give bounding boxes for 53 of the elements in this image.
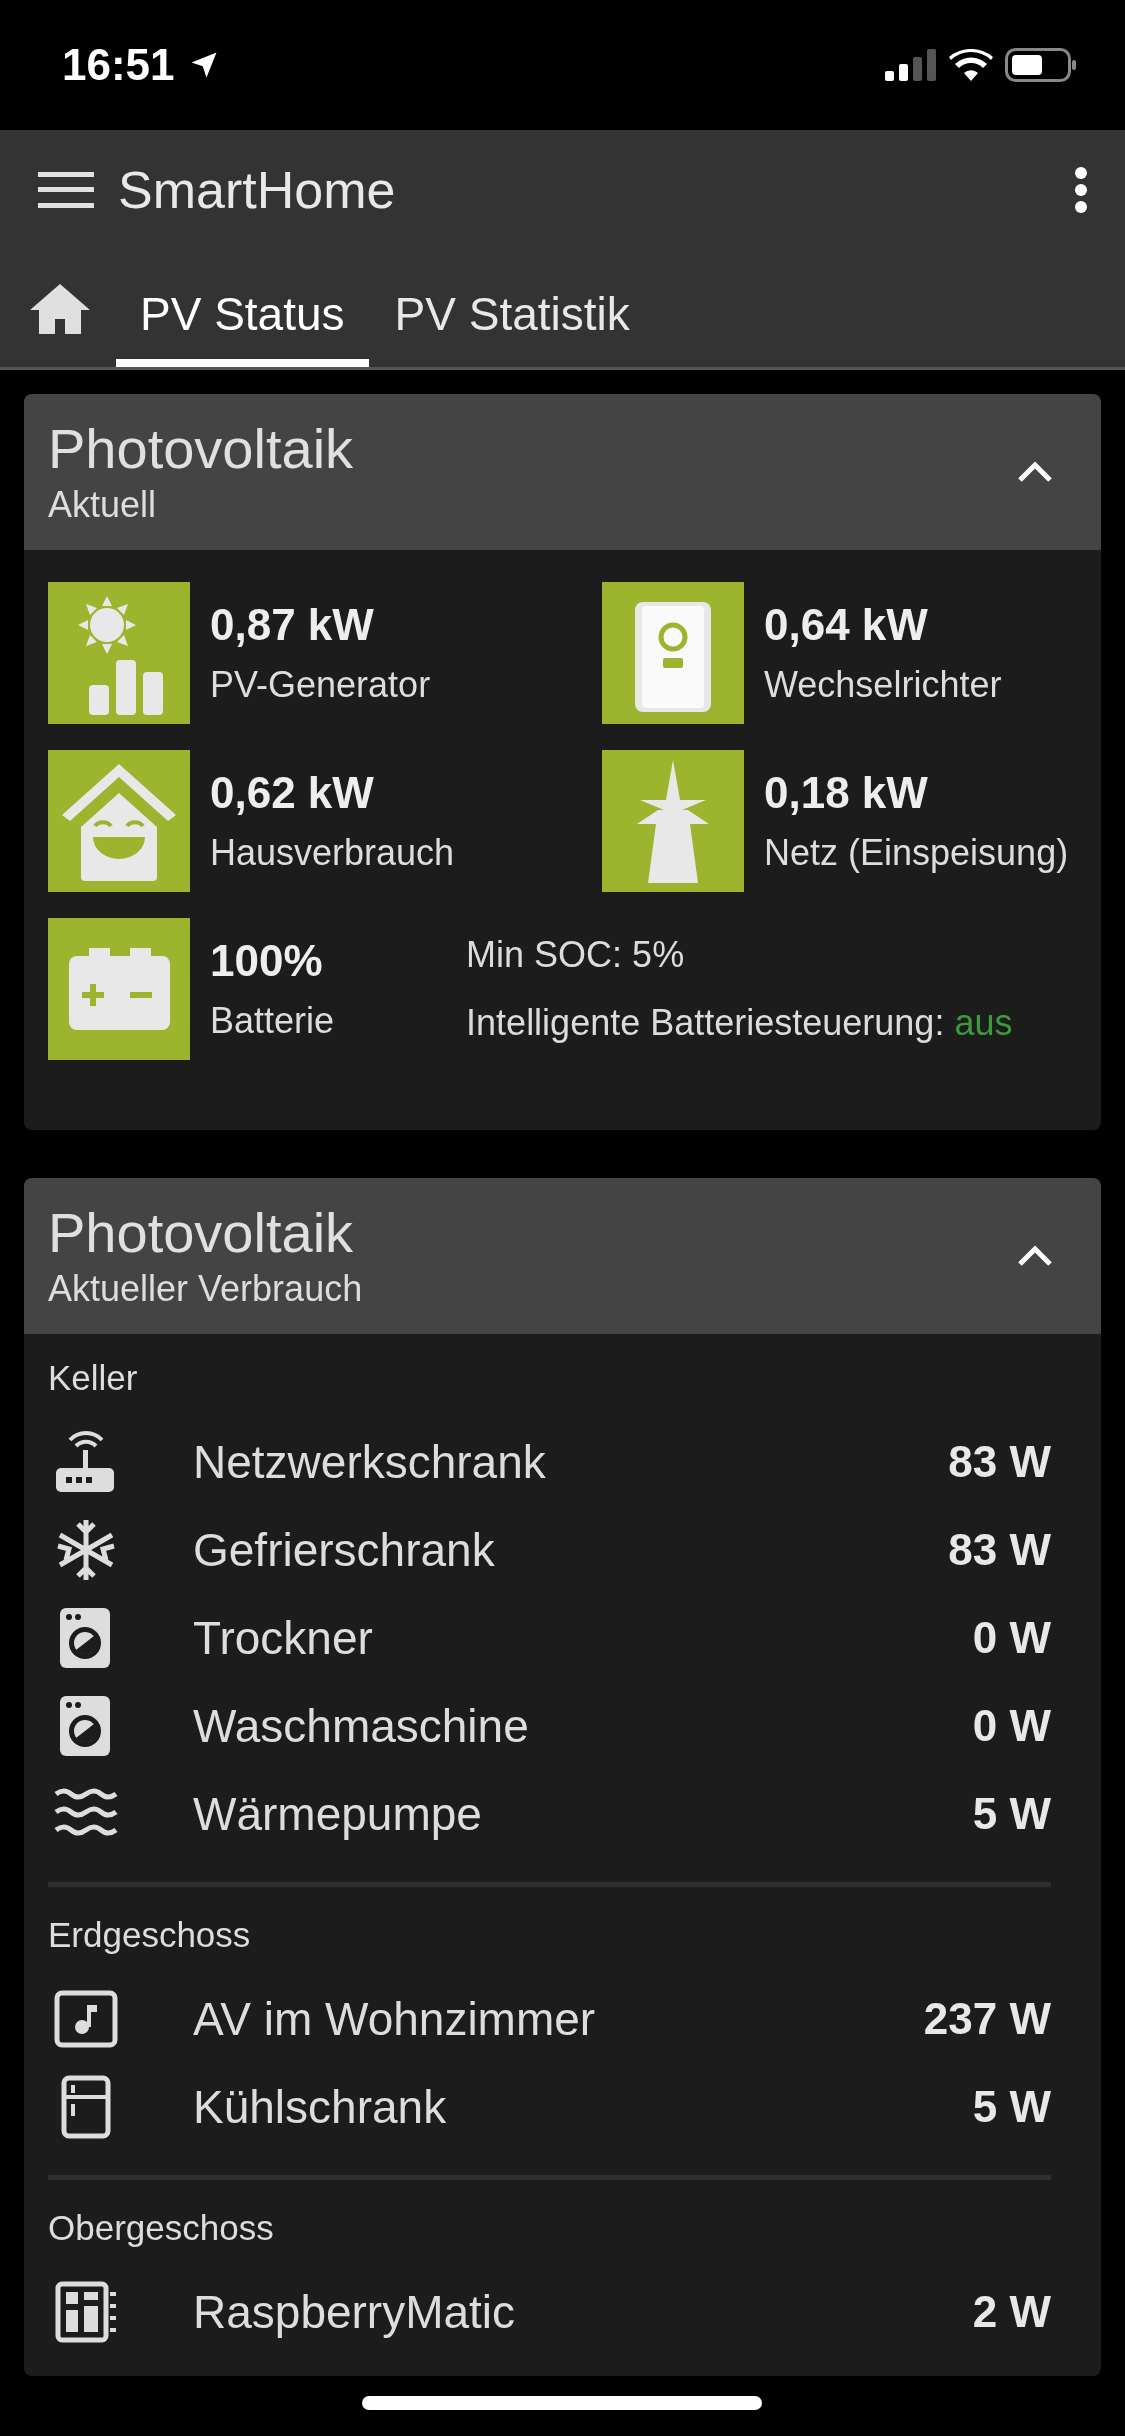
power-value: 2 W <box>972 2287 1051 2337</box>
power-value: 83 W <box>948 1525 1051 1575</box>
card-subtitle: Aktueller Verbrauch <box>48 1267 364 1310</box>
tile-label: Netz (Einspeisung) <box>764 832 1069 874</box>
section-heading: Keller <box>48 1358 139 1398</box>
device-name: Gefrierschrank <box>193 1523 496 1577</box>
power-value: 0 W <box>972 1613 1051 1663</box>
card-subtitle: Aktuell <box>48 483 158 526</box>
tile-label: Wechselrichter <box>764 664 1002 706</box>
power-pylon-icon <box>602 750 744 892</box>
collapse-button[interactable] <box>1017 461 1053 483</box>
power-value: 0 W <box>972 1701 1051 1751</box>
tile-value: 0,18 kW <box>764 768 929 818</box>
smiling-house-icon <box>48 750 190 892</box>
tile-value: 0,64 kW <box>764 600 929 650</box>
smart-battery-status: aus <box>954 1002 1013 1044</box>
section-heading: Erdgeschoss <box>48 1915 252 1955</box>
app-title: SmartHome <box>118 160 396 220</box>
device-name: Trockner <box>193 1611 374 1665</box>
power-value: 5 W <box>972 2082 1051 2132</box>
power-value: 83 W <box>948 1437 1051 1487</box>
power-value: 237 W <box>923 1994 1051 2044</box>
smart-battery-label: Intelligente Batteriesteuerung: <box>466 1002 945 1044</box>
solar-panel-icon <box>48 582 190 724</box>
tab[interactable]: PV Statistik <box>370 250 654 367</box>
battery-icon <box>48 918 190 1060</box>
min-soc-text: Min SOC: 5% <box>466 934 686 976</box>
device-name: Netzwerkschrank <box>193 1435 547 1489</box>
tile-value: 100% <box>210 936 324 986</box>
device-name: AV im Wohnzimmer <box>193 1992 597 2046</box>
tile-label: PV-Generator <box>210 664 431 706</box>
tile-label: Batterie <box>210 1000 335 1042</box>
wifi-icon <box>949 49 993 81</box>
device-name: RaspberryMatic <box>193 2285 517 2339</box>
card-title: Photovoltaik <box>48 1202 355 1264</box>
power-value: 5 W <box>972 1789 1051 1839</box>
collapse-button[interactable] <box>1017 1245 1053 1267</box>
device-name: Kühlschrank <box>193 2080 448 2134</box>
device-name: Waschmaschine <box>193 1699 530 1753</box>
tab[interactable]: PV Status <box>116 250 369 367</box>
device-name: Wärmepumpe <box>193 1787 483 1841</box>
menu-button[interactable] <box>38 172 94 208</box>
card-title: Photovoltaik <box>48 418 355 480</box>
tile-value: 0,87 kW <box>210 600 375 650</box>
section-heading: Obergeschoss <box>48 2208 275 2248</box>
status-time: 16:51 <box>62 40 175 90</box>
circuit-board-icon <box>54 2280 118 2344</box>
signal-icon <box>885 49 937 81</box>
tile-value: 0,62 kW <box>210 768 375 818</box>
inverter-icon <box>602 582 744 724</box>
more-options-button[interactable] <box>1073 166 1089 214</box>
battery-icon <box>1005 48 1077 82</box>
tile-label: Hausverbrauch <box>210 832 455 874</box>
